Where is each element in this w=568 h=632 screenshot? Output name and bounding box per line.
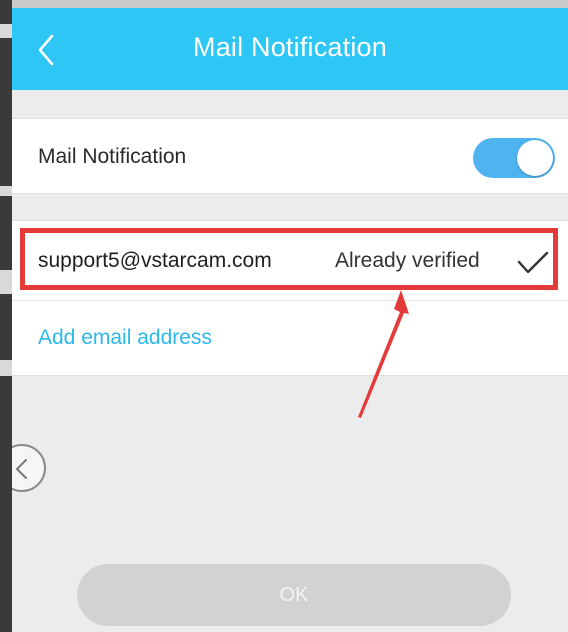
email-row[interactable]: support5@vstarcam.com Already verified [12, 220, 568, 300]
background-fragment [0, 360, 12, 376]
ok-button[interactable]: OK [77, 564, 511, 626]
email-address: support5@vstarcam.com [38, 249, 272, 272]
background-window-strip [0, 0, 12, 632]
add-email-row[interactable]: Add email address [12, 300, 568, 376]
add-email-link[interactable]: Add email address [38, 326, 212, 350]
toggle-knob [517, 140, 553, 176]
mail-notification-toggle[interactable] [473, 138, 555, 178]
floating-assistive-button[interactable] [12, 444, 46, 492]
mail-notification-row: Mail Notification [12, 118, 568, 194]
background-fragment [0, 186, 12, 196]
mail-notification-label: Mail Notification [38, 145, 187, 168]
background-fragment [0, 270, 12, 294]
background-fragment [0, 24, 12, 38]
page-title: Mail Notification [193, 32, 387, 62]
mail-notification-screen: Mail Notification Mail Notification supp… [12, 0, 568, 632]
chevron-left-icon [16, 459, 27, 479]
check-icon [517, 251, 549, 274]
status-bar [12, 0, 568, 8]
verification-status: Already verified [335, 249, 480, 272]
app-header: Mail Notification [12, 8, 568, 90]
